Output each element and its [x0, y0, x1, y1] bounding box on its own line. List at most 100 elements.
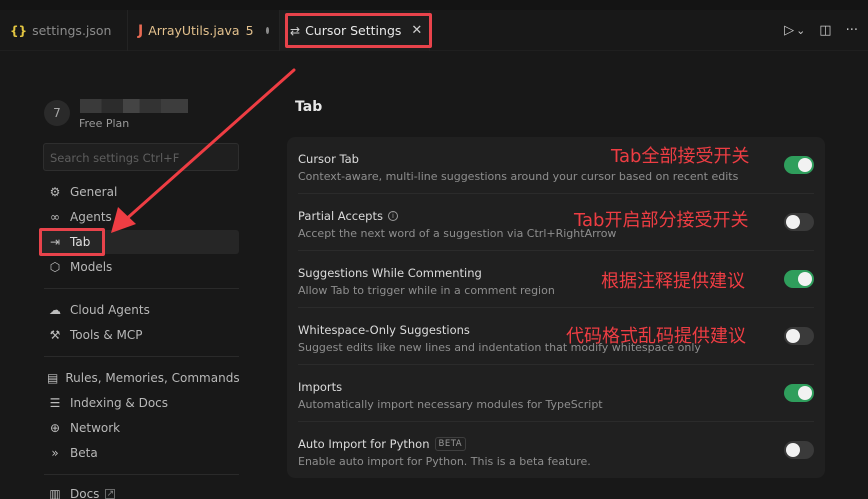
cursor-tab-toggle[interactable] [784, 156, 814, 174]
sidebar-item-label: Rules, Memories, Commands [65, 371, 240, 385]
toggle-knob [786, 215, 800, 229]
sidebar-item-label: Docs [70, 487, 100, 499]
toggle-knob [798, 158, 812, 172]
sidebar-item-cloud-agents[interactable]: ☁ Cloud Agents [39, 298, 239, 322]
setting-title: Cursor Tab [298, 152, 359, 166]
annotation-whitespace: 代码格式乱码提供建议 [566, 326, 746, 347]
cube-icon: ⬡ [49, 260, 61, 274]
sidebar-item-models[interactable]: ⬡ Models [39, 255, 239, 279]
setting-description: Automatically import necessary modules f… [298, 398, 603, 411]
sidebar-item-label: Network [70, 421, 121, 435]
problem-count-badge: 5 [245, 23, 254, 38]
split-editor-icon[interactable]: ◫ [819, 23, 831, 38]
setting-title-text: Suggestions While Commenting [298, 266, 482, 280]
tab-settings-json[interactable]: {} settings.json [0, 10, 128, 51]
tab-label: settings.json [32, 23, 112, 38]
java-file-icon: J [138, 22, 144, 39]
close-icon[interactable]: ✕ [411, 23, 422, 38]
cloud-icon: ☁ [49, 303, 61, 317]
document-icon: ▤ [47, 371, 59, 385]
setting-row-auto-import-python: Auto Import for Python BETA Enable auto i… [298, 422, 814, 479]
sidebar-divider [44, 356, 239, 357]
setting-title: Whitespace-Only Suggestions [298, 323, 470, 337]
partial-accepts-toggle[interactable] [784, 213, 814, 231]
more-actions-icon[interactable]: ··· [846, 23, 858, 38]
sidebar-item-agents[interactable]: ∞ Agents [39, 205, 239, 229]
external-link-icon: ↗ [105, 489, 116, 499]
tab-arrayutils-java[interactable]: J ArrayUtils.java 5 [128, 10, 280, 51]
tools-icon: ⚒ [49, 328, 61, 342]
sidebar-item-label: Models [70, 260, 113, 274]
toggle-knob [798, 272, 812, 286]
setting-description: Allow Tab to trigger while in a comment … [298, 284, 555, 297]
setting-title: Partial Accepts i [298, 209, 398, 223]
sidebar-item-general[interactable]: ⚙ General [39, 180, 239, 204]
page-title: Tab [295, 99, 323, 115]
sidebar-item-label: Agents [70, 210, 112, 224]
setting-row-imports: Imports Automatically import necessary m… [298, 365, 814, 422]
suggestions-while-commenting-toggle[interactable] [784, 270, 814, 288]
editor-tab-bar: {} settings.json J ArrayUtils.java 5 ⇄ C… [0, 10, 868, 51]
sidebar-item-beta[interactable]: » Beta [39, 441, 239, 465]
setting-title: Auto Import for Python BETA [298, 437, 467, 451]
setting-title-text: Whitespace-Only Suggestions [298, 323, 470, 337]
plan-label: Free Plan [79, 117, 130, 130]
tab-label: ArrayUtils.java [148, 23, 240, 38]
search-settings-input[interactable]: Search settings Ctrl+F [43, 143, 239, 171]
sidebar-item-label: Tools & MCP [70, 328, 143, 342]
sidebar-item-label: Tab [70, 235, 91, 249]
toggle-knob [798, 386, 812, 400]
sidebar-item-label: Indexing & Docs [70, 396, 169, 410]
book-icon: ▥ [49, 487, 61, 499]
sidebar-item-tools-mcp[interactable]: ⚒ Tools & MCP [39, 323, 239, 347]
sidebar-item-rules[interactable]: ▤ Rules, Memories, Commands [39, 366, 240, 390]
double-chevron-icon: » [51, 446, 59, 460]
gear-icon: ⚙ [49, 185, 61, 199]
sidebar-item-indexing[interactable]: ☰ Indexing & Docs [39, 391, 239, 415]
setting-title-text: Auto Import for Python [298, 437, 430, 451]
setting-title: Imports [298, 380, 342, 394]
setting-description: Enable auto import for Python. This is a… [298, 455, 591, 468]
infinity-icon: ∞ [50, 210, 60, 224]
toggle-knob [786, 443, 800, 457]
sidebar-item-docs[interactable]: ▥ Docs ↗ [39, 482, 239, 499]
sidebar-item-label: General [70, 185, 118, 199]
sidebar-item-label: Cloud Agents [70, 303, 150, 317]
tab-arrow-icon: ⇥ [49, 235, 61, 249]
tab-label: Cursor Settings [305, 23, 402, 38]
beta-badge: BETA [434, 437, 467, 451]
sidebar-item-network[interactable]: ⊕ Network [39, 416, 239, 440]
setting-title-text: Cursor Tab [298, 152, 359, 166]
sidebar-item-label: Beta [70, 446, 98, 460]
json-file-icon: {} [10, 23, 28, 38]
globe-icon: ⊕ [49, 421, 61, 435]
annotation-cursor-tab: Tab全部接受开关 [611, 146, 750, 167]
whitespace-only-toggle[interactable] [784, 327, 814, 345]
setting-description: Accept the next word of a suggestion via… [298, 227, 617, 240]
chevron-down-icon[interactable]: ⌄ [796, 24, 805, 37]
sidebar-divider [44, 474, 239, 475]
sidebar-divider [44, 288, 239, 289]
editor-actions: ▷ ⌄ ◫ ··· [784, 10, 858, 51]
setting-title: Suggestions While Commenting [298, 266, 482, 280]
imports-toggle[interactable] [784, 384, 814, 402]
user-profile: 7 Free Plan [44, 99, 188, 130]
user-name-redacted [80, 99, 188, 113]
tab-settings-panel: Cursor Tab Context-aware, multi-line sug… [287, 137, 825, 478]
setting-description: Context-aware, multi-line suggestions ar… [298, 170, 739, 183]
annotation-partial-accepts: Tab开启部分接受开关 [574, 210, 749, 231]
auto-import-python-toggle[interactable] [784, 441, 814, 459]
setting-title-text: Partial Accepts [298, 209, 383, 223]
title-strip [0, 0, 868, 10]
run-icon[interactable]: ▷ [784, 23, 794, 38]
toggle-knob [786, 329, 800, 343]
settings-sliders-icon: ⇄ [290, 23, 301, 38]
annotation-commenting: 根据注释提供建议 [601, 271, 745, 292]
setting-title-text: Imports [298, 380, 343, 394]
unsaved-dot-icon [265, 27, 269, 34]
database-icon: ☰ [49, 396, 61, 410]
tab-cursor-settings[interactable]: ⇄ Cursor Settings ✕ [280, 10, 430, 51]
info-icon[interactable]: i [387, 211, 398, 221]
sidebar-item-tab[interactable]: ⇥ Tab [39, 230, 239, 254]
avatar: 7 [44, 100, 70, 126]
